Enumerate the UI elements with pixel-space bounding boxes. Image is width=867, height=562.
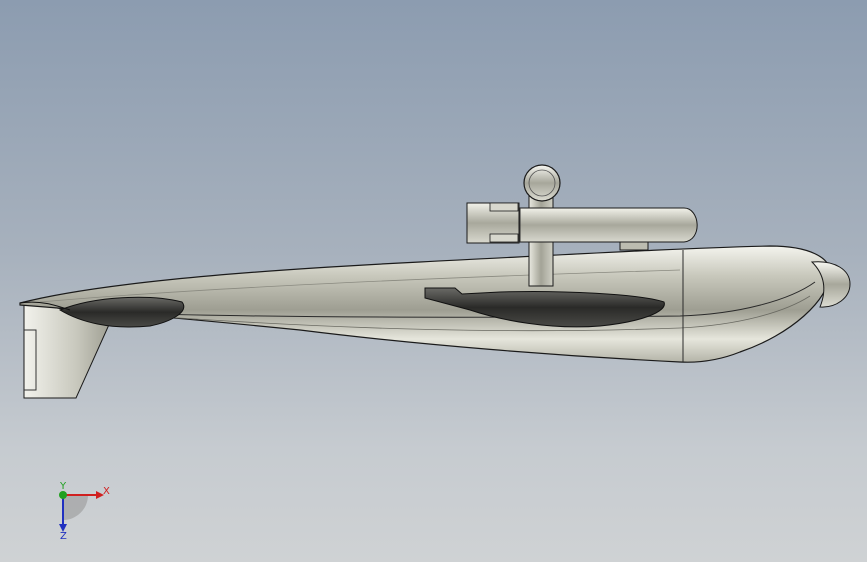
submarine-model[interactable] (0, 0, 867, 562)
graphics-viewport[interactable]: X Y Z (0, 0, 867, 562)
y-axis-label: Y (60, 481, 67, 492)
z-axis-label: Z (60, 531, 67, 542)
axis-triad: X Y Z (48, 480, 118, 550)
upper-tube (466, 202, 698, 251)
x-axis-label: X (103, 486, 110, 497)
y-axis-dot-icon (59, 491, 67, 499)
